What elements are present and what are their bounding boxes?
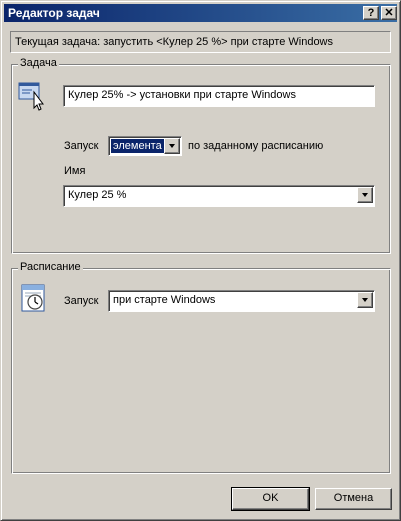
- title-bar[interactable]: Редактор задач ? ✕: [4, 4, 397, 22]
- task-name-select[interactable]: Кулер 25 %: [63, 185, 375, 207]
- schedule-launch-label: Запуск: [64, 295, 99, 307]
- ok-button[interactable]: OK: [231, 487, 310, 511]
- task-name-label: Имя: [64, 165, 86, 177]
- task-launch-label: Запуск: [64, 140, 99, 152]
- task-description-value: Кулер 25% -> установки при старте Window…: [68, 89, 296, 101]
- task-group-legend: Задача: [18, 57, 59, 69]
- task-cursor-icon: [18, 82, 44, 111]
- chevron-down-icon[interactable]: [164, 138, 180, 154]
- cancel-button[interactable]: Отмена: [315, 488, 392, 510]
- schedule-suffix-label: по заданному расписанию: [188, 140, 324, 152]
- schedule-launch-select[interactable]: при старте Windows: [108, 290, 375, 312]
- chevron-down-icon[interactable]: [357, 187, 373, 203]
- window-title: Редактор задач: [8, 6, 100, 20]
- schedule-group-legend: Расписание: [18, 261, 83, 273]
- help-button[interactable]: ?: [363, 6, 379, 20]
- chevron-down-icon[interactable]: [357, 292, 373, 308]
- current-task-status: Текущая задача: запустить <Кулер 25 %> п…: [10, 31, 391, 53]
- task-description-field[interactable]: Кулер 25% -> установки при старте Window…: [63, 85, 375, 107]
- close-button[interactable]: ✕: [381, 6, 397, 20]
- launch-type-value: элемента: [110, 138, 165, 154]
- clock-calendar-icon: [21, 284, 45, 312]
- schedule-launch-value: при старте Windows: [113, 294, 216, 306]
- task-editor-window: Редактор задач ? ✕ Текущая задача: запус…: [0, 0, 401, 521]
- launch-type-select[interactable]: элемента: [108, 136, 182, 156]
- task-name-value: Кулер 25 %: [68, 189, 127, 201]
